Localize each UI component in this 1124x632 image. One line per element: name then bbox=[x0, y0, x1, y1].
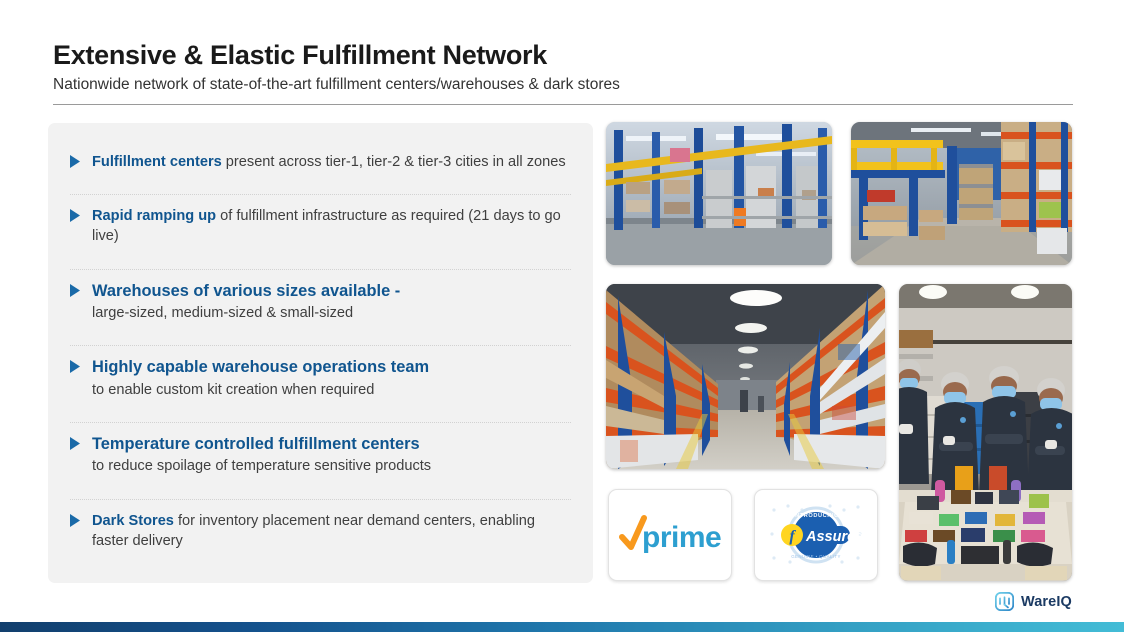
page-title: Extensive & Elastic Fulfillment Network bbox=[53, 40, 547, 70]
page-subtitle: Nationwide network of state-of-the-art f… bbox=[53, 76, 620, 94]
list-item-text: Warehouses of various sizes available - l… bbox=[92, 281, 571, 323]
header-divider bbox=[53, 104, 1073, 105]
list-item-lead: Rapid ramping up bbox=[92, 208, 217, 225]
brand-name: WareIQ bbox=[1021, 593, 1072, 610]
amazon-prime-badge: prime bbox=[608, 489, 732, 581]
list-item-text: Rapid ramping up of fulfillment infrastr… bbox=[92, 206, 571, 246]
svg-text:GENUINE • QUALITY: GENUINE • QUALITY bbox=[791, 554, 841, 559]
list-item-rest: to reduce spoilage of temperature sensit… bbox=[92, 458, 432, 475]
footer-accent-bar bbox=[0, 622, 1124, 632]
list-item-rest: present across tier-1, tier-2 & tier-3 c… bbox=[221, 154, 566, 170]
svg-text:prime: prime bbox=[642, 521, 721, 554]
triangle-right-icon bbox=[70, 357, 92, 374]
warehouse-pallet-aisle-photo bbox=[851, 122, 1072, 265]
list-item-text: Fulfillment centers present across tier-… bbox=[92, 152, 571, 172]
list-item-lead: Fulfillment centers bbox=[92, 154, 222, 170]
triangle-right-icon bbox=[70, 152, 92, 168]
flipkart-assured-badge: INTRODUCING GENUINE • QUALITY f Assured bbox=[754, 489, 878, 581]
list-item: Warehouses of various sizes available - l… bbox=[70, 268, 571, 346]
warehouse-wide-aisle-photo bbox=[606, 284, 885, 469]
list-item: Dark Stores for inventory placement near… bbox=[70, 498, 571, 573]
list-item-lead: Temperature controlled fulfillment cente… bbox=[92, 434, 420, 453]
feature-bullet-panel: Fulfillment centers present across tier-… bbox=[48, 123, 593, 583]
list-item-rest: to enable custom kit creation when requi… bbox=[92, 381, 375, 398]
list-item-lead: Dark Stores bbox=[92, 512, 174, 529]
slide-header: Extensive & Elastic Fulfillment Network … bbox=[53, 40, 1073, 95]
warehouse-blue-shelving-photo bbox=[606, 122, 832, 265]
wareiq-cube-icon bbox=[995, 592, 1014, 611]
list-item-text: Dark Stores for inventory placement near… bbox=[92, 511, 571, 551]
brand-logo: WareIQ bbox=[995, 592, 1072, 611]
warehouse-operations-team-photo bbox=[899, 284, 1072, 581]
list-item-rest: large-sized, medium-sized & small-sized bbox=[92, 305, 354, 322]
svg-text:INTRODUCING: INTRODUCING bbox=[793, 513, 839, 519]
amazon-prime-logo-icon: prime bbox=[619, 515, 722, 554]
flipkart-assured-logo-icon: INTRODUCING GENUINE • QUALITY f Assured bbox=[770, 504, 865, 564]
triangle-right-icon bbox=[70, 511, 92, 527]
list-item-lead: Warehouses of various sizes available - bbox=[92, 281, 401, 300]
list-item-text: Highly capable warehouse operations team… bbox=[92, 357, 571, 399]
feature-bullet-list: Fulfillment centers present across tier-… bbox=[70, 141, 571, 573]
triangle-right-icon bbox=[70, 281, 92, 297]
list-item: Rapid ramping up of fulfillment infrastr… bbox=[70, 194, 571, 268]
triangle-right-icon bbox=[70, 434, 92, 450]
list-item-text: Temperature controlled fulfillment cente… bbox=[92, 434, 571, 476]
list-item: Fulfillment centers present across tier-… bbox=[70, 141, 571, 194]
triangle-right-icon bbox=[70, 206, 92, 223]
list-item: Highly capable warehouse operations team… bbox=[70, 345, 571, 422]
list-item-lead: Highly capable warehouse operations team bbox=[92, 358, 430, 377]
list-item: Temperature controlled fulfillment cente… bbox=[70, 421, 571, 499]
svg-text:Assured: Assured bbox=[805, 529, 865, 545]
